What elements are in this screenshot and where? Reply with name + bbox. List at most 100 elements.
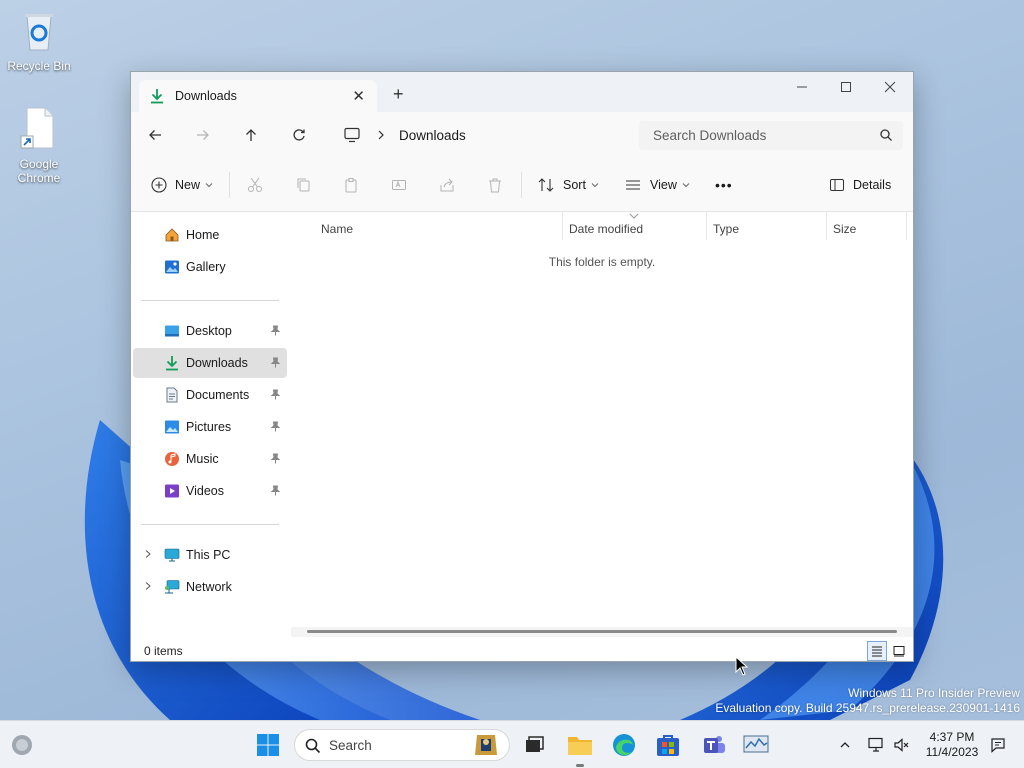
close-window-button[interactable] — [867, 72, 913, 102]
column-header-name[interactable]: Name — [321, 222, 353, 236]
sidebar-item-desktop[interactable]: Desktop — [133, 316, 287, 346]
details-view-icon — [872, 646, 882, 657]
taskbar-teams[interactable] — [698, 729, 730, 761]
desktop-icon-recycle-bin[interactable]: Recycle Bin — [1, 8, 77, 73]
status-bar: 0 items — [131, 637, 913, 661]
new-button[interactable]: New — [151, 172, 214, 198]
search-input[interactable]: Search Downloads — [639, 121, 903, 150]
clock-date: 11/4/2023 — [925, 745, 979, 759]
trash-icon — [489, 178, 501, 193]
taskbar-task-view[interactable] — [518, 729, 550, 761]
sidebar-item-label: Downloads — [186, 356, 248, 370]
pin-icon[interactable] — [270, 421, 281, 432]
chevron-right-icon[interactable] — [143, 549, 153, 559]
rename-button[interactable] — [391, 172, 407, 198]
scrollbar-thumb[interactable] — [307, 630, 897, 633]
close-icon[interactable]: ✕ — [352, 87, 365, 105]
up-button[interactable] — [227, 120, 275, 150]
taskbar-search-box[interactable]: Search — [294, 729, 510, 761]
taskbar-monitor-app[interactable] — [740, 729, 772, 761]
sidebar-item-gallery[interactable]: Gallery — [133, 252, 287, 282]
network-tray-button[interactable] — [866, 735, 886, 755]
sidebar-item-network[interactable]: Network — [133, 572, 287, 602]
sidebar-item-home[interactable]: Home — [133, 220, 287, 250]
search-placeholder: Search Downloads — [653, 128, 767, 143]
view-button[interactable]: View — [625, 172, 691, 198]
arrow-right-icon — [197, 130, 209, 140]
notification-center-button[interactable] — [988, 735, 1008, 755]
column-header-size[interactable]: Size — [833, 222, 856, 236]
taskbar-microsoft-store[interactable] — [652, 729, 684, 761]
plus-icon[interactable]: + — [393, 84, 404, 105]
maximize-button[interactable] — [823, 72, 869, 102]
details-view-button[interactable] — [867, 641, 887, 661]
file-list: Name Date modified Type Size This folder… — [291, 212, 913, 637]
chevron-right-icon[interactable] — [143, 581, 153, 591]
address-bar[interactable]: Downloads — [335, 121, 625, 149]
sidebar-item-documents[interactable]: Documents — [133, 380, 287, 410]
cut-button[interactable] — [247, 172, 263, 198]
more-options-button[interactable]: ••• — [715, 172, 733, 198]
arrow-up-icon — [246, 129, 256, 141]
network-status-icon — [868, 737, 883, 752]
share-button[interactable] — [439, 172, 455, 198]
details-pane-button[interactable]: Details — [829, 172, 891, 198]
sidebar-item-this-pc[interactable]: This PC — [133, 540, 287, 570]
column-header-type[interactable]: Type — [713, 222, 739, 236]
sidebar-item-music[interactable]: Music — [133, 444, 287, 474]
sidebar-item-downloads[interactable]: Downloads — [133, 348, 287, 378]
taskbar-edge[interactable] — [608, 729, 640, 761]
navigation-pane: Home Gallery Desktop Downloads Documents… — [131, 212, 289, 637]
pin-icon[interactable] — [270, 389, 281, 400]
details-label: Details — [853, 178, 892, 192]
volume-tray-button[interactable] — [892, 735, 912, 755]
download-icon — [166, 356, 178, 371]
start-button[interactable] — [252, 729, 284, 761]
refresh-button[interactable] — [275, 120, 323, 150]
forward-button[interactable] — [179, 120, 227, 150]
windows-logo-icon — [257, 734, 279, 756]
delete-button[interactable] — [487, 172, 503, 198]
mouse-cursor-icon — [735, 656, 749, 676]
back-button[interactable] — [131, 120, 179, 150]
widgets-button[interactable] — [6, 729, 38, 761]
breadcrumb-downloads[interactable]: Downloads — [399, 128, 466, 143]
pin-icon[interactable] — [270, 485, 281, 496]
paste-button[interactable] — [343, 172, 359, 198]
home-icon — [165, 228, 179, 242]
pin-icon[interactable] — [270, 357, 281, 368]
desktop-icon-google-chrome[interactable]: Google Chrome — [1, 106, 77, 185]
column-divider — [826, 212, 827, 240]
sort-label: Sort — [563, 178, 586, 192]
sort-button[interactable]: Sort — [538, 172, 600, 198]
music-icon — [165, 452, 179, 466]
sidebar-item-pictures[interactable]: Pictures — [133, 412, 287, 442]
performance-monitor-icon — [743, 735, 769, 753]
watermark-line-2: Evaluation copy. Build 25947.rs_prerelea… — [715, 701, 1020, 715]
clock-time: 4:37 PM — [929, 730, 975, 744]
recycle-bin-icon — [25, 14, 53, 51]
tiles-view-button[interactable] — [889, 641, 909, 661]
sidebar-item-label: Gallery — [186, 260, 226, 274]
chevron-down-icon — [682, 183, 690, 188]
copy-button[interactable] — [295, 172, 311, 198]
chevron-up-icon — [840, 742, 850, 748]
show-hidden-icons-button[interactable] — [835, 735, 855, 755]
sidebar-item-label: Desktop — [186, 324, 232, 338]
file-explorer-window: Downloads ✕ + Downloads Search Downloads… — [130, 71, 914, 662]
sidebar-item-videos[interactable]: Videos — [133, 476, 287, 506]
tab-downloads[interactable]: Downloads ✕ — [139, 80, 377, 112]
notification-icon — [991, 738, 1005, 753]
sort-icon — [538, 178, 554, 192]
column-divider — [706, 212, 707, 240]
pin-icon[interactable] — [270, 453, 281, 464]
column-header-date-modified[interactable]: Date modified — [569, 222, 643, 236]
minimize-button[interactable] — [779, 72, 825, 102]
sort-indicator-icon — [629, 213, 639, 219]
close-icon — [884, 81, 896, 93]
taskbar-file-explorer[interactable] — [564, 729, 596, 767]
taskbar-clock[interactable]: 4:37 PM 11/4/2023 — [920, 730, 984, 760]
chevron-right-icon[interactable] — [375, 129, 387, 141]
pin-icon[interactable] — [270, 325, 281, 336]
horizontal-scrollbar[interactable] — [291, 627, 913, 637]
